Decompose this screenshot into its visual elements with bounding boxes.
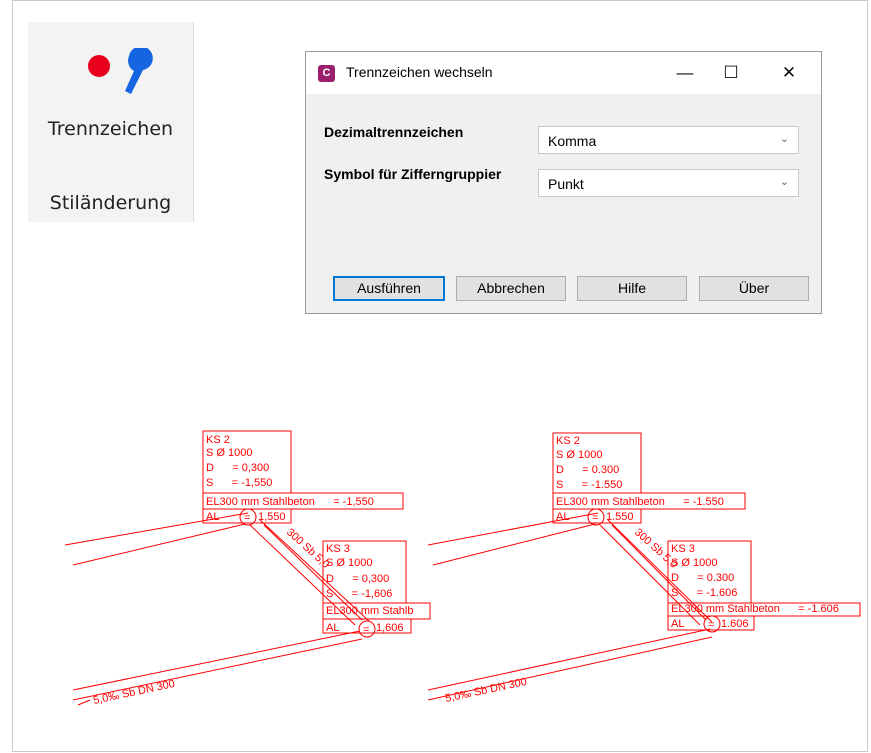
ks3-s: S = -1,606 (326, 588, 392, 600)
ks2-el: EL300 mm Stahlbeton = -1,550 (206, 496, 374, 508)
ks3-el: EL300 mm Stahlb (326, 605, 413, 617)
ks3-al-prefix: AL (326, 622, 339, 634)
bottom-pipe-label: 5,0‰ Sb DN 300 (92, 678, 176, 707)
ks2-al-value: 1.550 (606, 511, 634, 523)
ks3-d: D = 0,300 (326, 573, 389, 585)
ks2-al-prefix: AL (206, 511, 219, 523)
ks2-al-prefix: AL (556, 511, 569, 523)
cad-drawing-area: KS 2 S Ø 1000 D = 0,300 S = -1,550 EL300… (64, 430, 861, 707)
ks2-s: S = -1,550 (206, 477, 272, 489)
ks3-al-eq: = (363, 624, 369, 636)
ks2-al-value: 1,550 (258, 511, 286, 523)
ks2-dia: S Ø 1000 (556, 449, 602, 461)
ks3-al-value: 1.606 (721, 618, 749, 630)
ks3-name: KS 3 (671, 543, 695, 555)
ks3-al-eq: = (708, 619, 714, 631)
ks3-d: D = 0.300 (671, 572, 734, 584)
ks3-dia: S Ø 1000 (326, 557, 372, 569)
bottom-pipe-label: 5,0‰ Sb DN 300 (444, 676, 528, 705)
ks2-name: KS 2 (206, 434, 230, 446)
ks2-s: S = -1.550 (556, 479, 622, 491)
ks3-el: EL300 mm Stahlbeton = -1.606 (671, 603, 839, 615)
ks2-name: KS 2 (556, 435, 580, 447)
ks2-al-eq: = (592, 512, 598, 524)
ks2-d: D = 0.300 (556, 464, 619, 476)
ks3-dia: S Ø 1000 (671, 557, 717, 569)
ks2-al-eq: = (244, 512, 250, 524)
ks2-dia: S Ø 1000 (206, 447, 252, 459)
ks3-al-prefix: AL (671, 618, 684, 630)
right-drawing (427, 432, 861, 701)
ks3-name: KS 3 (326, 543, 350, 555)
ks2-el: EL300 mm Stahlbeton = -1.550 (556, 496, 724, 508)
ks2-d: D = 0,300 (206, 462, 269, 474)
ks3-s: S = -1.606 (671, 587, 737, 599)
ks3-al-value: 1,606 (376, 622, 404, 634)
